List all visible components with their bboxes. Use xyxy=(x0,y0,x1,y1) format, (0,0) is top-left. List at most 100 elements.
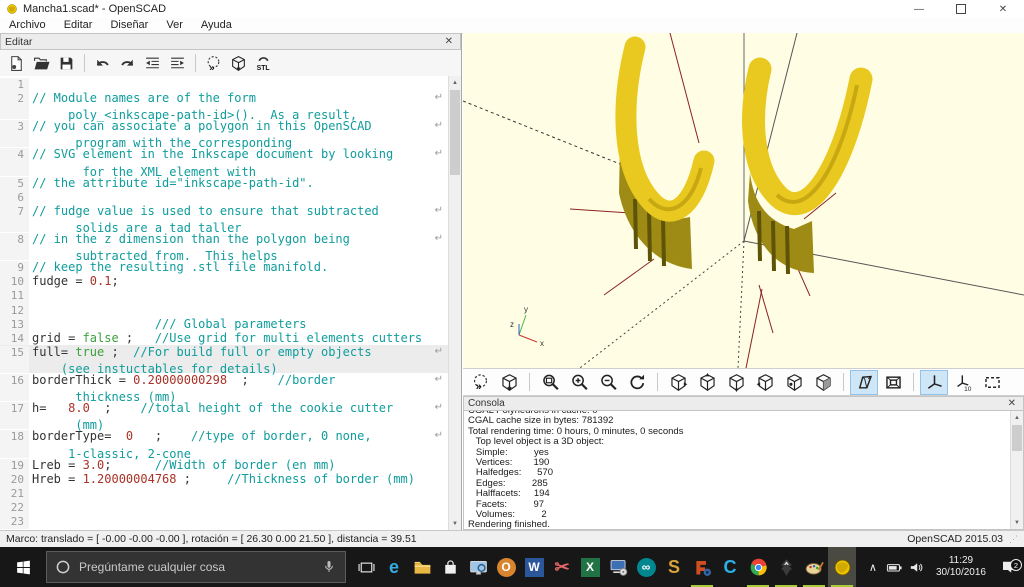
view-right-button[interactable] xyxy=(664,370,692,395)
code-area[interactable]: 12// Module names are of the form↵ poly_… xyxy=(0,77,448,530)
microphone-icon[interactable] xyxy=(320,558,338,576)
redo-button[interactable] xyxy=(115,52,140,74)
view-top-icon xyxy=(698,373,717,392)
wrap-indicator-icon: ↵ xyxy=(435,429,443,443)
view-bottom-icon xyxy=(727,373,746,392)
scrollbar-thumb[interactable] xyxy=(450,90,460,175)
tray-chevron-icon[interactable]: ∧ xyxy=(862,561,884,574)
code-editor[interactable]: 12// Module names are of the form↵ poly_… xyxy=(0,76,461,530)
scale-markers-button[interactable]: 10 xyxy=(949,370,977,395)
taskbar-chrome[interactable] xyxy=(744,547,772,587)
console-scrollbar-thumb[interactable] xyxy=(1012,425,1022,451)
scroll-up-icon[interactable]: ▲ xyxy=(449,76,461,89)
crosshairs-button[interactable] xyxy=(978,370,1006,395)
console-scroll-down-icon[interactable]: ▼ xyxy=(1011,516,1023,529)
open-file-button[interactable] xyxy=(29,52,54,74)
preview-button[interactable]: » xyxy=(466,370,494,395)
taskbar-store[interactable] xyxy=(436,547,464,587)
resize-grip-icon[interactable]: ⋰ xyxy=(1009,534,1018,545)
zoom-all-button[interactable] xyxy=(536,370,564,395)
taskbar-sublime-text[interactable]: S xyxy=(660,547,688,587)
close-button[interactable]: ✕ xyxy=(982,0,1024,18)
taskbar-paint-app[interactable] xyxy=(800,547,828,587)
code-row: 14grid = false ; //Use grid for multi el… xyxy=(0,331,448,345)
chrome-icon xyxy=(748,557,769,578)
line-number xyxy=(0,218,29,232)
show-axes-icon xyxy=(925,373,944,392)
speaker-icon[interactable] xyxy=(906,559,928,576)
view-front-button[interactable] xyxy=(780,370,808,395)
console-scroll-up-icon[interactable]: ▲ xyxy=(1011,411,1023,424)
status-version: OpenSCAD 2015.03 xyxy=(907,533,1003,545)
taskbar-excel[interactable]: X xyxy=(576,547,604,587)
inkscape-icon xyxy=(776,557,797,578)
line-number: 23 xyxy=(0,515,29,529)
search-placeholder: Pregúntame cualquier cosa xyxy=(79,560,313,574)
taskbar-clock[interactable]: 11:29 30/10/2016 xyxy=(936,555,986,579)
view-bottom-button[interactable] xyxy=(722,370,750,395)
orthogonal-button[interactable] xyxy=(879,370,907,395)
taskbar-monitor-app[interactable] xyxy=(464,547,492,587)
render-button[interactable] xyxy=(226,52,251,74)
editor-dock-close-icon[interactable]: ✕ xyxy=(442,36,456,47)
scroll-down-icon[interactable]: ▼ xyxy=(449,517,461,530)
console-line: Top level object is a 3D object: xyxy=(468,437,1023,447)
reset-view-button[interactable] xyxy=(623,370,651,395)
console-scrollbar[interactable]: ▲ ▼ xyxy=(1010,411,1023,529)
console-line: Simple: yes xyxy=(468,448,1023,458)
line-number: 13 xyxy=(0,318,29,332)
console-body[interactable]: CGAL Polyhedrons in cache: 0CGAL cache s… xyxy=(463,411,1024,530)
zoom-out-icon xyxy=(599,373,618,392)
line-number: 11 xyxy=(0,289,29,303)
taskbar-openscad[interactable] xyxy=(828,547,856,587)
perspective-button[interactable] xyxy=(850,370,878,395)
window-title: Mancha1.scad* - OpenSCAD xyxy=(23,3,166,15)
search-input[interactable]: Pregúntame cualquier cosa xyxy=(46,551,346,583)
taskbar-file-explorer[interactable] xyxy=(408,547,436,587)
taskbar-task-view[interactable] xyxy=(352,547,380,587)
taskbar-arduino[interactable]: ∞ xyxy=(632,547,660,587)
taskbar-freecad[interactable] xyxy=(688,547,716,587)
taskbar-cura[interactable]: C xyxy=(716,547,744,587)
line-number: 12 xyxy=(0,304,29,318)
maximize-button[interactable] xyxy=(940,0,982,18)
zoom-in-button[interactable] xyxy=(565,370,593,395)
taskbar-snipping-tool[interactable]: ✂ xyxy=(548,547,576,587)
start-button[interactable] xyxy=(0,547,46,587)
render-button[interactable] xyxy=(495,370,523,395)
indent-button[interactable] xyxy=(165,52,190,74)
editor-scrollbar[interactable]: ▲ ▼ xyxy=(448,76,461,530)
minimize-button[interactable]: — xyxy=(898,0,940,18)
new-file-button[interactable] xyxy=(4,52,29,74)
store-icon xyxy=(440,557,461,578)
console-close-icon[interactable]: ✕ xyxy=(1005,398,1019,409)
save-file-button[interactable] xyxy=(54,52,79,74)
wrap-indicator-icon: ↵ xyxy=(435,373,443,387)
export-stl-button[interactable]: STL xyxy=(251,52,276,74)
code-row: for the XML element with xyxy=(0,162,448,176)
code-row: 16borderThick = 0.20000000298 ; //border… xyxy=(0,373,448,387)
unindent-button[interactable] xyxy=(140,52,165,74)
taskbar-inkscape[interactable] xyxy=(772,547,800,587)
preview-button[interactable]: » xyxy=(201,52,226,74)
undo-button[interactable] xyxy=(90,52,115,74)
3d-viewport[interactable]: x y z xyxy=(463,33,1024,368)
action-center-button[interactable]: 2 xyxy=(994,558,1024,576)
view-left-button[interactable] xyxy=(751,370,779,395)
view-back-button[interactable] xyxy=(809,370,837,395)
notification-badge: 2 xyxy=(1010,559,1022,571)
menu-editar[interactable]: Editar xyxy=(55,18,102,33)
menu-ayuda[interactable]: Ayuda xyxy=(192,18,241,33)
taskbar-word[interactable]: W xyxy=(520,547,548,587)
view-top-button[interactable] xyxy=(693,370,721,395)
show-axes-button[interactable] xyxy=(920,370,948,395)
taskbar-outlook[interactable]: O xyxy=(492,547,520,587)
menu-diseñar[interactable]: Diseñar xyxy=(101,18,157,33)
code-row: (mm) xyxy=(0,415,448,429)
taskbar-edge[interactable]: e xyxy=(380,547,408,587)
menu-archivo[interactable]: Archivo xyxy=(0,18,55,33)
taskbar-pc-disc[interactable] xyxy=(604,547,632,587)
battery-icon[interactable] xyxy=(884,559,906,576)
menu-ver[interactable]: Ver xyxy=(157,18,192,33)
zoom-out-button[interactable] xyxy=(594,370,622,395)
